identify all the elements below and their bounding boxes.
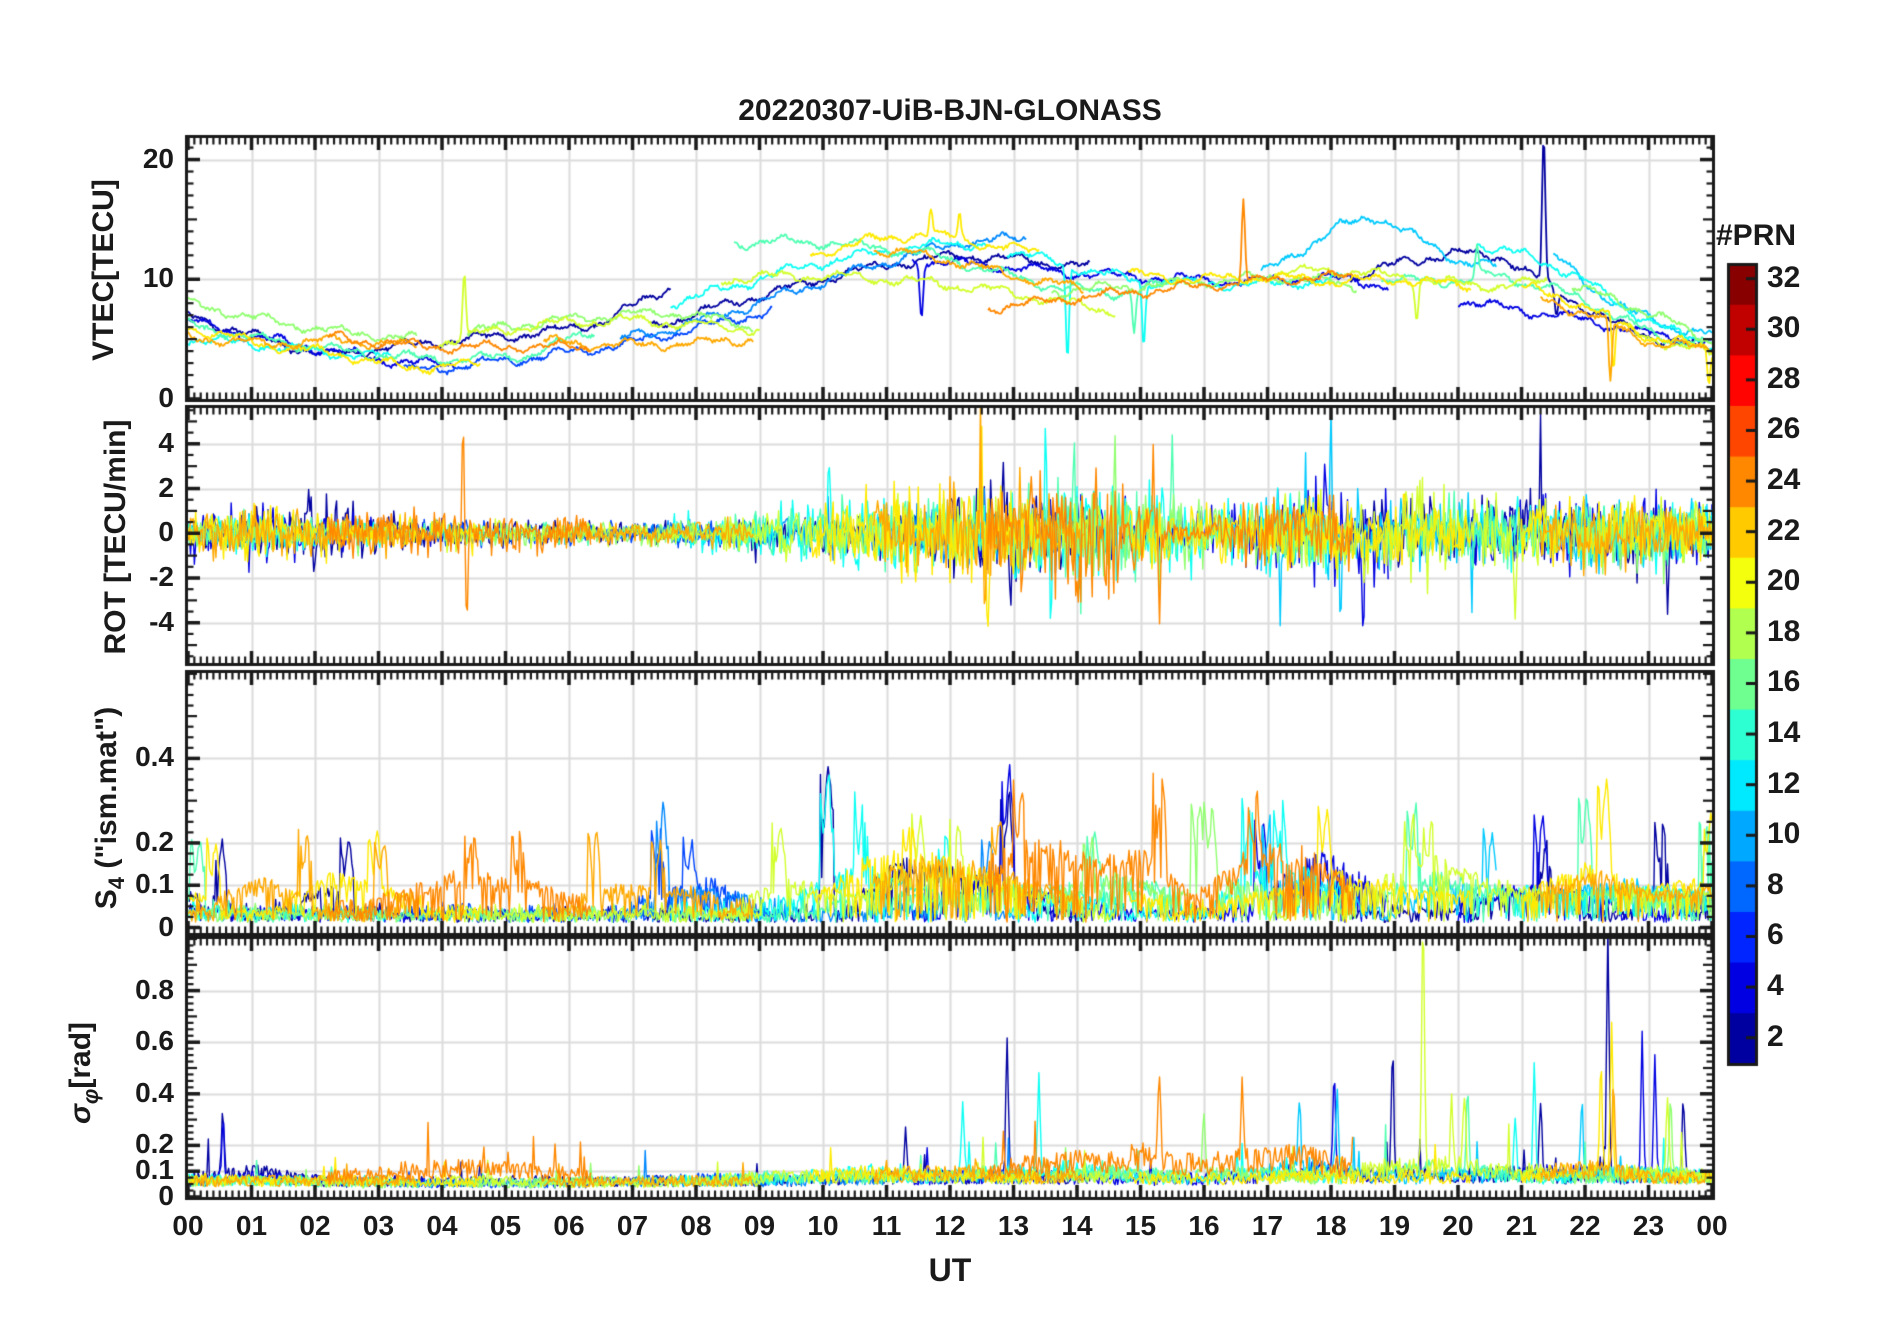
colorbar-tick-label: 2 [1767,1019,1784,1053]
xtick-label: 22 [1569,1210,1601,1241]
ytick-label-s4: 0.4 [135,741,174,773]
ytick-label-sigma_phi: 0.6 [135,1025,174,1057]
colorbar-tick-label: 28 [1767,361,1801,395]
ytick-label-vtec: 0 [158,382,174,413]
xtick-label: 11 [871,1210,902,1241]
colorbar-tick-label: 20 [1767,564,1801,598]
colorbar-tick-label: 12 [1767,766,1801,800]
xtick-label: 01 [235,1210,268,1241]
ytick-label-sigma_phi: 0.4 [135,1076,174,1108]
xtick-label: 12 [934,1210,966,1241]
figure-window: 20220307-UiB-BJN-GLONASS VTEC[TECU] ROT … [0,0,1902,1330]
xtick-label: 14 [1061,1210,1093,1241]
colorbar-tick-label: 24 [1767,463,1801,497]
ytick-label-rot: 2 [158,471,174,503]
colorbar-tick-label: 18 [1767,614,1801,648]
xtick-label: 23 [1632,1210,1665,1241]
xtick-label: 06 [553,1210,585,1241]
xaxis-label: UT [928,1252,972,1288]
xtick-label: 21 [1505,1210,1538,1241]
xtick-label: 18 [1315,1210,1347,1241]
xtick-label: 10 [807,1210,839,1241]
colorbar-tick-label: 22 [1767,513,1801,547]
ytick-label-vtec: 10 [142,262,174,294]
chart-title: 20220307-UiB-BJN-GLONASS [738,94,1162,127]
colorbar-tick-label: 4 [1767,969,1784,1003]
ytick-label-s4: 0.2 [135,825,174,857]
ytick-label-sigma_phi: 0.2 [135,1128,174,1160]
ytick-label-rot: -2 [149,561,174,592]
ytick-label-rot: 0 [158,516,174,548]
xtick-label: 19 [1378,1210,1411,1241]
xtick-label: 03 [362,1210,395,1241]
xtick-label: 00 [172,1210,204,1241]
ylabel-sigma-phi: σφ[rad] [64,1021,103,1125]
multi-panel-plot-canvas [0,0,1902,1330]
ytick-label-rot: -4 [149,605,174,637]
ytick-label-vtec: 20 [142,142,174,174]
colorbar-tick-label: 8 [1767,867,1784,901]
ytick-label-rot: 4 [158,426,174,458]
colorbar-tick-label: 16 [1767,665,1801,699]
ytick-label-sigma_phi: 0.8 [135,973,174,1005]
xtick-label: 17 [1251,1210,1284,1241]
xtick-label: 16 [1188,1210,1220,1241]
colorbar-title: #PRN [1716,219,1797,252]
xtick-label: 08 [680,1210,712,1241]
colorbar-tick-label: 30 [1767,311,1801,345]
xtick-label: 15 [1124,1210,1157,1241]
colorbar-tick-label: 6 [1767,918,1784,952]
colorbar-tick-label: 32 [1767,260,1801,294]
xtick-label: 13 [997,1210,1030,1241]
ytick-label-s4: 0.1 [135,868,174,900]
xtick-label: 09 [743,1210,776,1241]
colorbar-tick-label: 10 [1767,817,1801,851]
ytick-label-s4: 0 [158,910,174,942]
xtick-label: 02 [299,1210,331,1241]
xtick-label: 00 [1696,1210,1728,1241]
xtick-label: 07 [616,1210,649,1241]
xtick-label: 05 [489,1210,522,1241]
colorbar-tick-label: 26 [1767,412,1801,446]
colorbar-tick-label: 14 [1767,716,1801,750]
xtick-label: 20 [1442,1210,1474,1241]
xtick-label: 04 [426,1210,458,1241]
